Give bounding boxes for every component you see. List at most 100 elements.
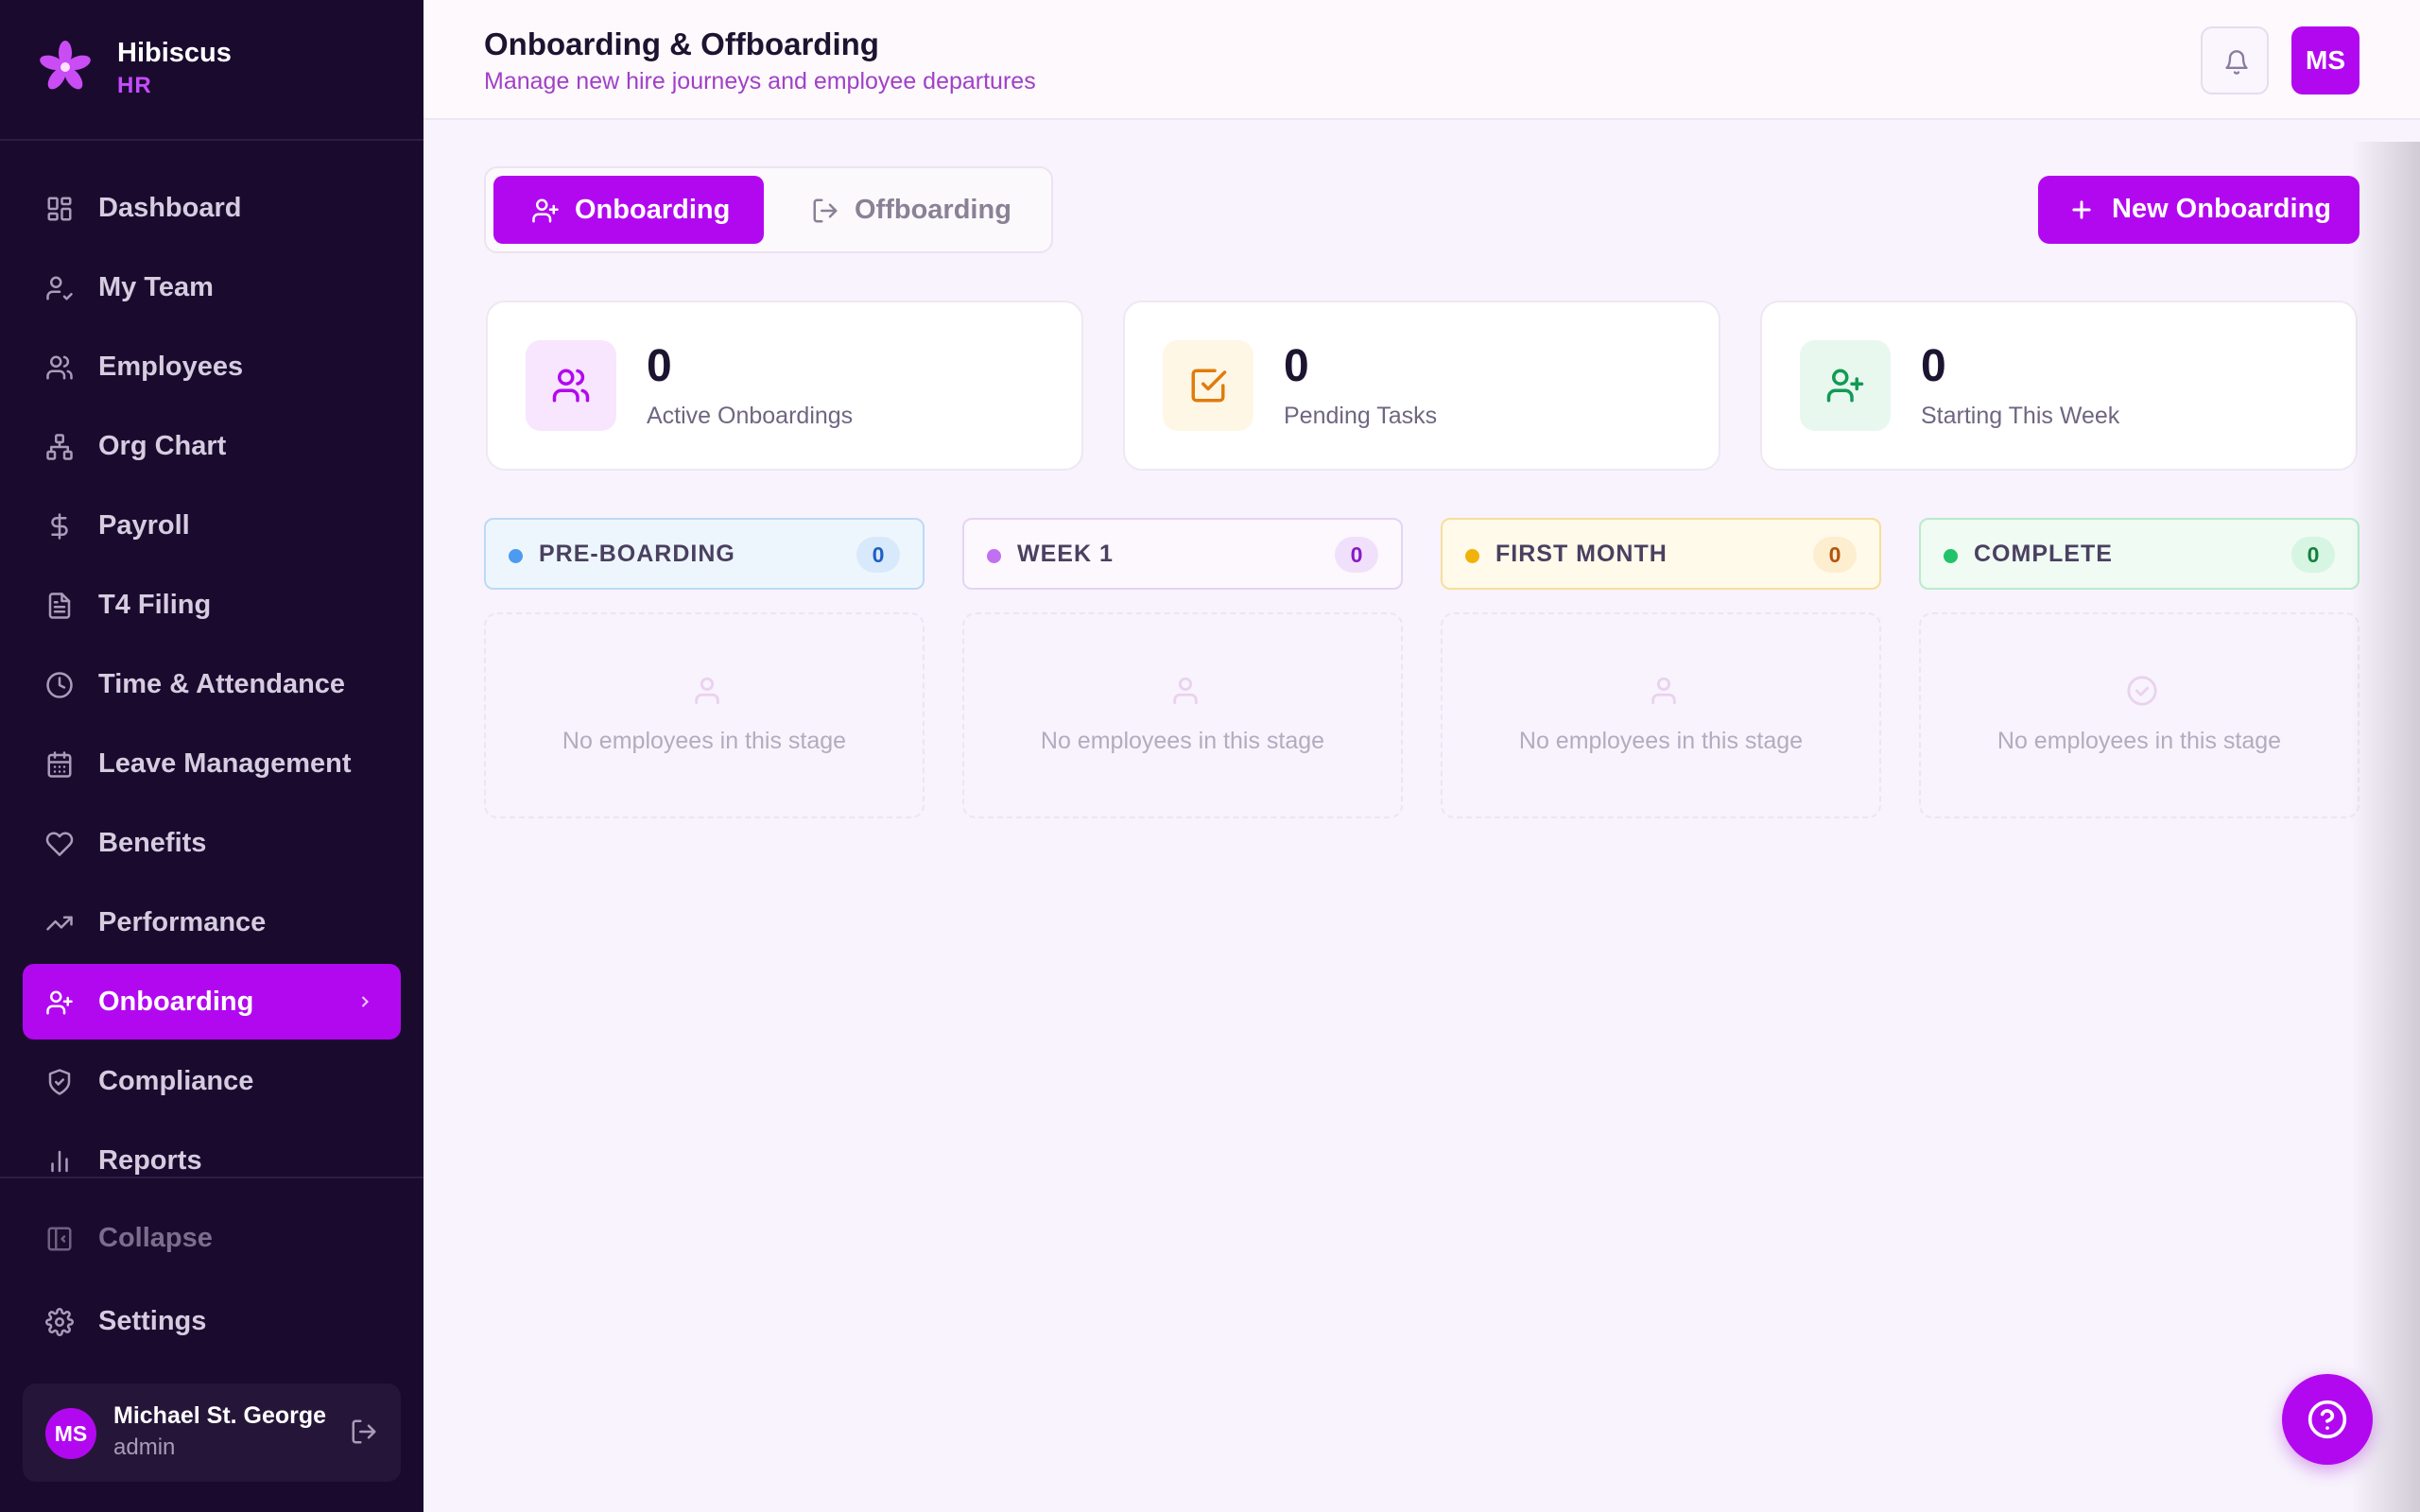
collapse-button[interactable]: Collapse [23, 1206, 401, 1272]
stage-empty-first-month: No employees in this stage [1441, 612, 1881, 818]
sidebar-item-t4-filing[interactable]: T4 Filing [23, 567, 401, 643]
stage-label: PRE-BOARDING [539, 541, 735, 567]
dashboard-icon [45, 195, 74, 223]
document-icon [45, 592, 74, 620]
sidebar-item-employees[interactable]: Employees [23, 329, 401, 404]
stage-count-badge: 0 [1813, 537, 1857, 573]
tab-onboarding[interactable]: Onboarding [493, 176, 764, 244]
empty-state-text: No employees in this stage [562, 728, 847, 754]
sidebar-item-label: Benefits [98, 828, 207, 858]
page-subtitle: Manage new hire journeys and employee de… [484, 68, 1036, 94]
sidebar-item-label: Compliance [98, 1066, 254, 1096]
stage-label: FIRST MONTH [1495, 541, 1668, 567]
sidebar-item-dashboard[interactable]: Dashboard [23, 170, 401, 246]
plus-icon [2072, 200, 2091, 219]
stage-empty-pre-boarding: No employees in this stage [484, 612, 925, 818]
stage-header-first-month: FIRST MONTH 0 [1441, 518, 1881, 590]
stat-value: 0 [647, 341, 672, 391]
sidebar-item-time-attendance[interactable]: Time & Attendance [23, 646, 401, 722]
sidebar-item-label: Employees [98, 352, 244, 382]
tab-label: Onboarding [575, 195, 731, 225]
stage-label: WEEK 1 [1017, 541, 1114, 567]
help-button[interactable] [2282, 1374, 2373, 1465]
sidebar-item-label: My Team [98, 272, 214, 302]
sidebar-item-performance[interactable]: Performance [23, 885, 401, 960]
sidebar-item-benefits[interactable]: Benefits [23, 805, 401, 881]
check-circle-icon [2127, 676, 2157, 706]
stage-dot [987, 549, 1001, 563]
chevron-right-icon [355, 992, 374, 1011]
sidebar-item-payroll[interactable]: Payroll [23, 488, 401, 563]
stage-dot [1465, 549, 1479, 563]
sidebar-item-org-chart[interactable]: Org Chart [23, 408, 401, 484]
sidebar-item-my-team[interactable]: My Team [23, 249, 401, 325]
sidebar-item-label: Reports [98, 1145, 202, 1176]
users-icon [45, 353, 74, 382]
sidebar-item-onboarding[interactable]: Onboarding [23, 964, 401, 1040]
empty-state-text: No employees in this stage [1040, 728, 1325, 754]
clock-icon [45, 671, 74, 699]
stage-header-pre-boarding: PRE-BOARDING 0 [484, 518, 925, 590]
user-name: Michael St. George [113, 1402, 327, 1429]
stat-icon-wrap [526, 340, 616, 431]
sidebar-item-leave-management[interactable]: Leave Management [23, 726, 401, 801]
trending-up-icon [45, 909, 74, 937]
user-icon [695, 677, 719, 705]
page-header: Onboarding & Offboarding Manage new hire… [424, 0, 2420, 120]
sidebar-item-label: Leave Management [98, 748, 352, 779]
stat-card-starting-this-week: 0 Starting This Week [1760, 301, 2358, 471]
sidebar-item-label: Payroll [98, 510, 190, 541]
users-icon [552, 369, 590, 403]
sidebar-item-compliance[interactable]: Compliance [23, 1043, 401, 1119]
sidebar-divider [0, 1177, 424, 1178]
gear-icon [45, 1308, 74, 1336]
user-check-icon [45, 274, 74, 302]
stage-empty-week-1: No employees in this stage [962, 612, 1403, 818]
sidebar-item-label: Dashboard [98, 193, 242, 223]
notifications-button[interactable] [2201, 26, 2269, 94]
sidebar-nav: Dashboard My Team Employees Org Chart Pa… [23, 170, 401, 1177]
settings-button[interactable]: Settings [23, 1289, 401, 1355]
stat-card-active-onboardings: 0 Active Onboardings [486, 301, 1083, 471]
logout-icon[interactable] [350, 1418, 378, 1446]
stat-label: Starting This Week [1921, 403, 2120, 429]
brand-subtitle: HR [117, 73, 152, 98]
new-onboarding-label: New Onboarding [2112, 194, 2331, 224]
empty-state-text: No employees in this stage [1518, 728, 1804, 754]
stage-count-badge: 0 [2291, 537, 2335, 573]
stage-dot [1944, 549, 1958, 563]
stat-icon-wrap [1800, 340, 1891, 431]
tab-offboarding[interactable]: Offboarding [769, 176, 1044, 244]
user-role: admin [113, 1435, 176, 1460]
stat-label: Active Onboardings [647, 403, 854, 429]
stat-card-pending-tasks: 0 Pending Tasks [1123, 301, 1720, 471]
new-onboarding-button[interactable]: New Onboarding [2038, 176, 2360, 244]
shield-check-icon [45, 1068, 74, 1096]
user-icon [1173, 677, 1198, 705]
stage-dot [509, 549, 523, 563]
sidebar: Hibiscus HR Dashboard My Team Employees … [0, 0, 424, 1512]
stat-icon-wrap [1163, 340, 1253, 431]
avatar[interactable]: MS [45, 1408, 96, 1459]
bar-chart-icon [45, 1147, 74, 1176]
stage-empty-complete: No employees in this stage [1919, 612, 2360, 818]
avatar[interactable]: MS [2291, 26, 2360, 94]
empty-state-text: No employees in this stage [1996, 728, 2282, 754]
sidebar-item-label: Org Chart [98, 431, 227, 461]
stage-label: COMPLETE [1974, 541, 2113, 567]
stage-header-week-1: WEEK 1 0 [962, 518, 1403, 590]
user-card: MS Michael St. George admin [23, 1383, 401, 1482]
org-chart-icon [45, 433, 74, 461]
sidebar-item-label: Time & Attendance [98, 669, 346, 699]
help-circle-icon [2308, 1400, 2347, 1439]
stage-header-complete: COMPLETE 0 [1919, 518, 2360, 590]
sidebar-item-reports[interactable]: Reports [23, 1123, 401, 1177]
stage-count-badge: 0 [1335, 537, 1378, 573]
calendar-icon [45, 750, 74, 779]
flower-icon [40, 41, 91, 90]
user-plus-icon [532, 198, 559, 223]
check-square-icon [1191, 369, 1227, 403]
brand-name: Hibiscus [117, 38, 232, 68]
brand[interactable]: Hibiscus HR [0, 0, 424, 141]
sidebar-item-label: Performance [98, 907, 267, 937]
